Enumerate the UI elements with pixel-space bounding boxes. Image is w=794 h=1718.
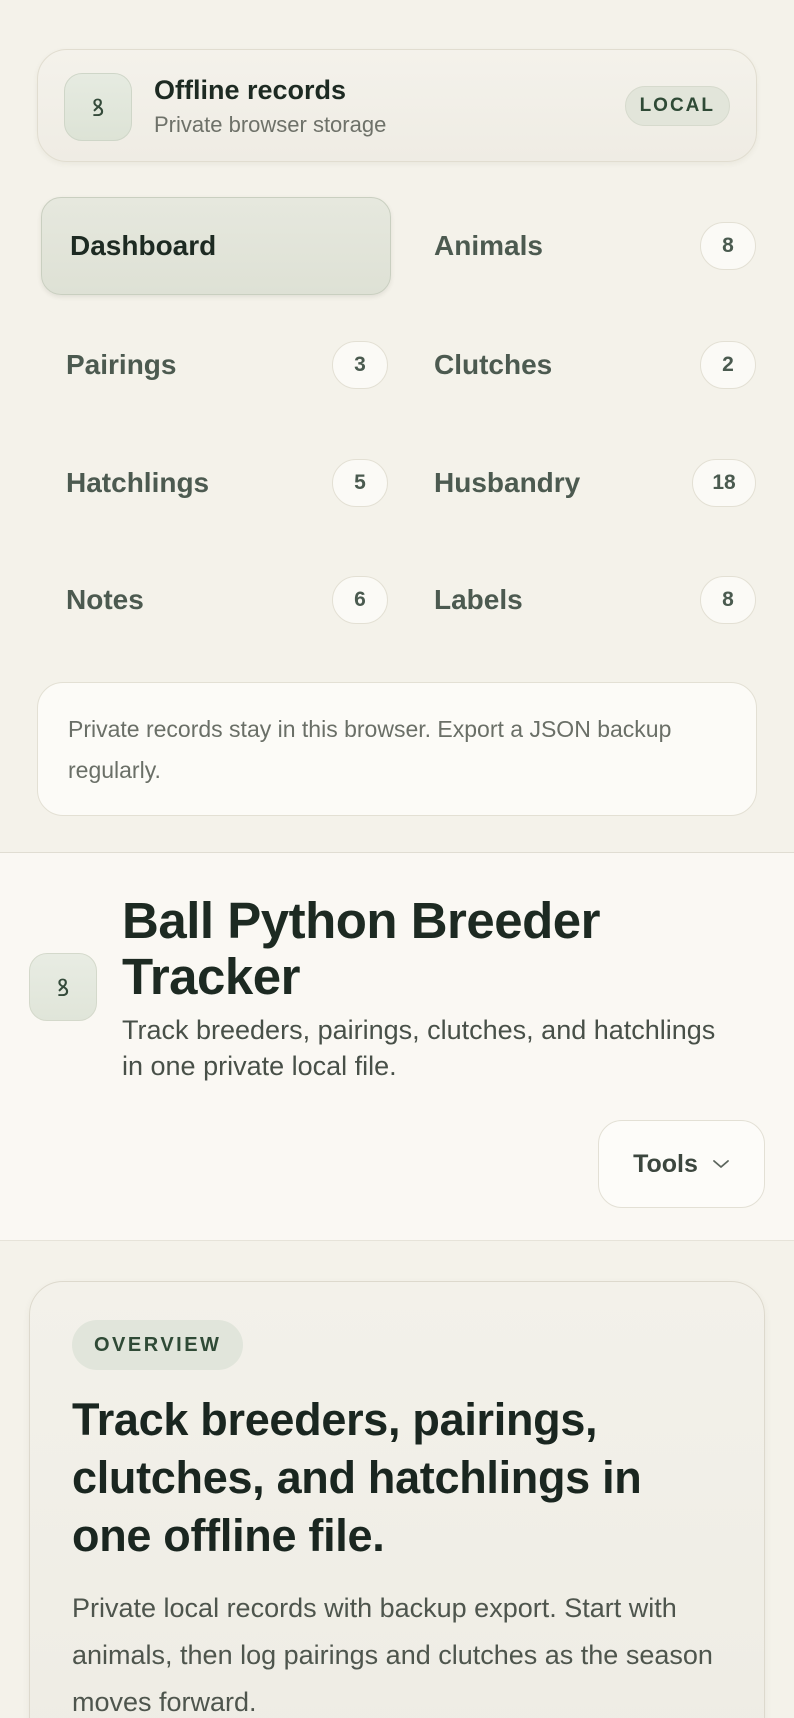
nav-count-badge: 6 xyxy=(332,576,388,624)
nav-item-label: Clutches xyxy=(434,349,553,380)
nav-item-label: Husbandry xyxy=(434,467,581,498)
nav-item-pairings[interactable]: Pairings 3 xyxy=(38,316,388,414)
chevron-down-icon xyxy=(712,1154,730,1175)
overview-card: OVERVIEW Track breeders, pairings, clutc… xyxy=(29,1281,765,1718)
nav-item-label: Dashboard xyxy=(70,230,217,261)
nav-item-label: Pairings xyxy=(66,349,177,380)
page-subtitle: Track breeders, pairings, clutches, and … xyxy=(122,1015,716,1081)
nav-item-label: Animals xyxy=(434,230,543,261)
nav-item-hatchlings[interactable]: Hatchlings 5 xyxy=(38,434,388,532)
nav-count-badge: 8 xyxy=(700,576,756,624)
nav-item-dashboard[interactable]: Dashboard xyxy=(41,197,391,295)
nav-item-label: Hatchlings xyxy=(66,467,210,498)
tools-button[interactable]: Tools xyxy=(598,1120,765,1208)
snake-icon: ꝸ xyxy=(64,73,132,141)
overview-tag: OVERVIEW xyxy=(72,1320,244,1370)
brand-subtitle: Private browser storage xyxy=(154,112,387,137)
brand-card: ꝸ Offline records Private browser storag… xyxy=(37,49,757,162)
backup-notice: Private records stay in this browser. Ex… xyxy=(37,682,757,816)
nav-item-label: Notes xyxy=(66,584,144,615)
nav-item-clutches[interactable]: Clutches 2 xyxy=(406,316,756,414)
tools-button-label: Tools xyxy=(633,1149,698,1178)
nav-item-husbandry[interactable]: Husbandry 18 xyxy=(406,434,756,532)
nav-count-badge: 18 xyxy=(692,459,756,507)
overview-title: Track breeders, pairings, clutches, and … xyxy=(72,1394,642,1561)
nav-item-animals[interactable]: Animals 8 xyxy=(406,197,756,295)
page-title: Ball Python Breeder Tracker xyxy=(122,892,600,1005)
snake-icon: ꝸ xyxy=(29,953,97,1021)
overview-description: Private local records with backup export… xyxy=(72,1593,713,1717)
app-header: ꝸ Ball Python Breeder Tracker Track bree… xyxy=(0,853,794,1241)
brand-title: Offline records xyxy=(154,75,347,105)
nav-count-badge: 3 xyxy=(332,341,388,389)
nav-count-badge: 2 xyxy=(700,341,756,389)
nav-item-label: Labels xyxy=(434,584,523,615)
local-badge: LOCAL xyxy=(624,86,730,126)
sidebar: ꝸ Offline records Private browser storag… xyxy=(0,0,794,852)
nav-count-badge: 8 xyxy=(700,222,756,270)
nav-count-badge: 5 xyxy=(332,459,388,507)
nav-item-notes[interactable]: Notes 6 xyxy=(38,551,388,649)
nav-item-labels[interactable]: Labels 8 xyxy=(406,551,756,649)
